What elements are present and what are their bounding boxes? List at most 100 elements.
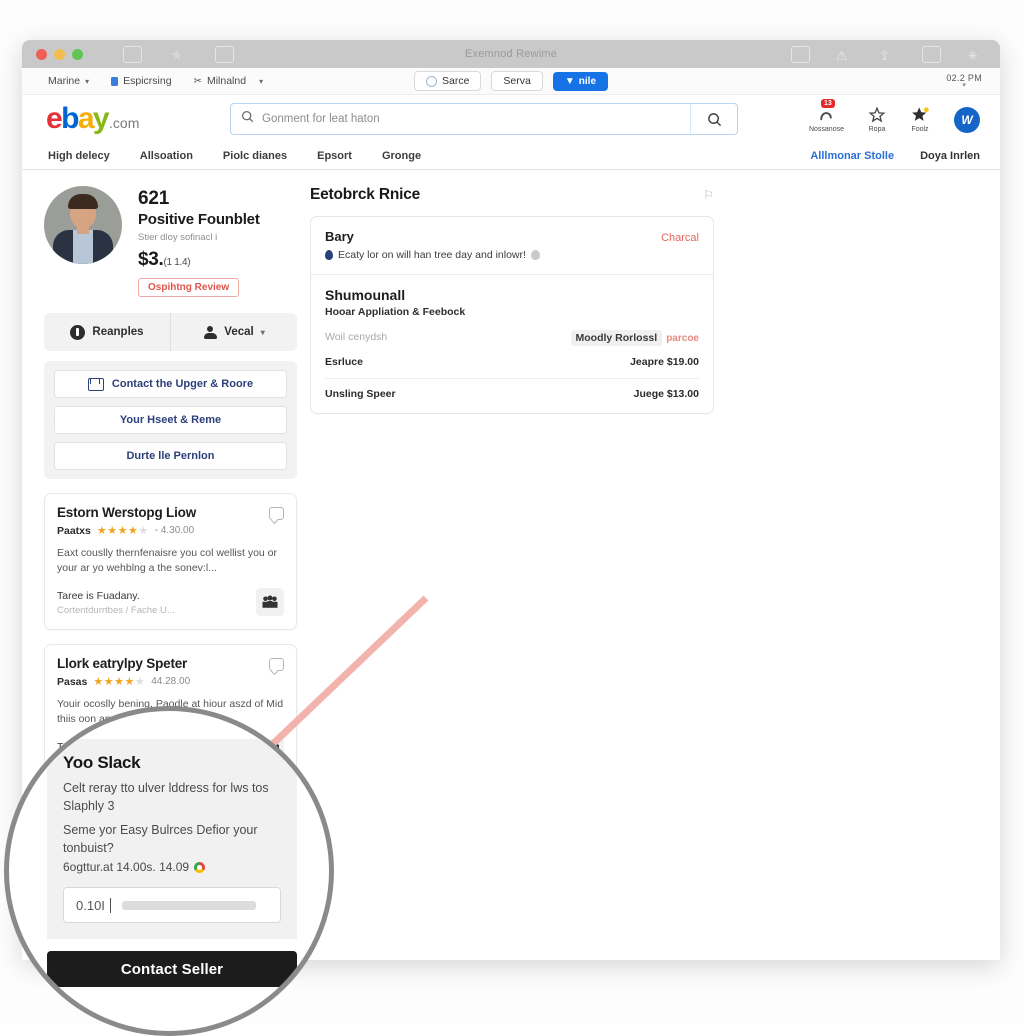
durte-lle-pernlon-button[interactable]: Durte lle Pernlon [54, 442, 287, 470]
review-footer: Taree is Fuadany. Cortentdurrtbes / Fach… [57, 588, 284, 616]
button-label: nile [578, 75, 597, 87]
toolbar-clock: 02.2 PM ▾ [946, 73, 982, 89]
header-icons: 13 Nossanose Ropa Foolz W [808, 99, 980, 133]
star-outline-icon [868, 106, 886, 123]
segment-reanples[interactable]: Reanples [44, 313, 170, 351]
section-subheading: Hooar Appliation & Feebock [325, 306, 466, 318]
ebay-logo[interactable]: ebay.com [46, 104, 139, 134]
row-label: Unsling Speer [325, 388, 396, 400]
magnified-input[interactable]: 0.10I [63, 887, 281, 923]
bookmark-milnalnd[interactable]: ✂ Milnalnd ▾ [194, 75, 264, 87]
review-body: Eaxt couslly thernfenaisre you col welli… [57, 547, 278, 574]
droplet-icon [530, 250, 540, 260]
magnified-line-2: Seme yor Easy Bulrces Defior your tonbui… [63, 823, 258, 855]
review-meta-label: Pasas [57, 675, 88, 688]
notification-badge: 13 [820, 99, 835, 108]
upload-icon[interactable]: ⇪ [879, 47, 896, 62]
segment-vecal[interactable]: Vecal ▾ [170, 313, 297, 351]
monitor-icon[interactable] [922, 45, 941, 63]
detail-panel-column: Eetobrck Rnice ⚐ Bary Charcal Ecaty lor … [310, 186, 714, 414]
nav-links: High delecy Allsoation Piolc dianes Epso… [48, 150, 421, 162]
nav-item-2[interactable]: Piolc dianes [223, 150, 287, 162]
user-avatar[interactable]: W [954, 107, 980, 133]
rating-stars: ★★★★★ [93, 676, 146, 688]
section-heading: Shumounall [325, 287, 406, 303]
row-value: Jeapre $19.00 [630, 356, 699, 368]
magnified-line-3: 6ogttur.at 14.00s. 14.09 [63, 860, 190, 874]
person-icon [203, 325, 217, 339]
logo-letter-e: e [46, 102, 63, 135]
input-value: 0.10I [76, 897, 105, 913]
people-thumb-icon[interactable] [256, 588, 284, 616]
review-amount: 44.28.00 [151, 676, 191, 687]
settings-icon[interactable]: ✳ [967, 47, 984, 62]
search-submit-button[interactable] [690, 104, 737, 134]
logo-letter-b: b [61, 102, 79, 135]
flag-icon[interactable]: ⚐ [703, 188, 714, 202]
nav-right-item-0[interactable]: Alllmonar Stolle [810, 150, 894, 162]
logo-letter-y: y [92, 102, 110, 135]
review-foot-primary: Taree is Fuadany. [57, 590, 140, 602]
detail-row: Esrluce Jeapre $19.00 [325, 356, 699, 368]
magnified-line-1: Celt reray tto ulver lddress for lws tos… [63, 781, 269, 813]
left-column: 621 Positive Founblet Stier dloy sofinac… [44, 186, 297, 781]
ropa-button[interactable]: Ropa [868, 106, 886, 133]
magnified-card: Yoo Slack Celt reray tto ulver lddress f… [47, 739, 297, 939]
search-input[interactable]: Gonment for leat haton [262, 113, 380, 125]
magnified-title: Yoo Slack [63, 753, 141, 772]
bookmark-espicrsing[interactable]: Espicrsing [111, 75, 172, 87]
magnified-button-area: Contact Seller [47, 939, 297, 987]
comment-icon[interactable] [269, 658, 284, 671]
alert-icon[interactable]: ⚠ [836, 47, 853, 62]
nav-item-1[interactable]: Allsoation [140, 150, 193, 162]
magnified-line-3-row: 6ogttur.at 14.00s. 14.09 [63, 859, 281, 876]
chevron-down-icon: ▾ [260, 327, 265, 337]
row-label: Woil cenydsh [325, 331, 388, 343]
icon-label: Nossanose [808, 126, 844, 133]
section-subtext-label: Ecaty lor on will han tree day and inlow… [338, 249, 526, 261]
comment-icon[interactable] [269, 507, 284, 520]
review-amount: - 4.30.00 [154, 525, 195, 536]
bookmark-label: Marine [48, 75, 81, 87]
your-hseet-button[interactable]: Your Hseet & Reme [54, 406, 287, 434]
nav-item-3[interactable]: Epsort [317, 150, 352, 162]
chevron-down-icon: ▾ [962, 82, 966, 89]
row-value: Moodly Rorlossl parcoe [570, 328, 699, 346]
section-right-label[interactable]: Charcal [661, 232, 699, 244]
nav-item-4[interactable]: Gronge [382, 150, 421, 162]
nile-filter-button[interactable]: ▼ nile [552, 71, 609, 91]
review-title: Llork eatrylpy Speter [57, 656, 188, 671]
avatar [44, 186, 122, 264]
category-nav: High delecy Allsoation Piolc dianes Epso… [22, 143, 1000, 170]
review-card[interactable]: Estorn Werstopg Liow Paatxs ★★★★★ - 4.30… [44, 493, 297, 630]
sarce-button[interactable]: Sarce [413, 71, 482, 91]
checkbox-icon[interactable] [791, 45, 810, 63]
button-label: Your Hseet & Reme [119, 414, 222, 426]
search-bar[interactable]: Gonment for leat haton [230, 103, 738, 135]
profile-header: 621 Positive Founblet Stier dloy sofinac… [44, 186, 297, 297]
titlebar-right-icons: ⚠ ⇪ ✳ [791, 45, 984, 63]
foolz-button[interactable]: Foolz [910, 105, 930, 133]
review-meta: Paatxs ★★★★★ - 4.30.00 [57, 524, 284, 538]
filter-icon: ▼ [564, 75, 575, 87]
section-subtext: Ecaty lor on will han tree day and inlow… [325, 249, 699, 261]
contact-upger-button[interactable]: Contact the Upger & Roore [54, 370, 287, 398]
detail-section-bary: Bary Charcal Ecaty lor on will han tree … [311, 217, 713, 274]
detail-section-shumounall: Shumounall Hooar Appliation & Feebock Wo… [311, 274, 713, 413]
chevron-down-icon: ▾ [85, 76, 90, 86]
notifications-button[interactable]: 13 Nossanose [808, 99, 844, 133]
star-filled-icon [912, 107, 929, 121]
icon-label: Foolz [911, 126, 929, 133]
page-title: Eetobrck Rnice [310, 186, 421, 203]
bookmark-marine[interactable]: Marine ▾ [48, 75, 89, 87]
segment-label: Reanples [92, 326, 144, 338]
contact-seller-button[interactable]: Contact Seller [47, 951, 297, 987]
browser-toolbar: Marine ▾ Espicrsing ✂ Milnalnd ▾ Sarce S… [22, 68, 1000, 95]
nav-item-0[interactable]: High delecy [48, 150, 110, 162]
nav-right-item-1[interactable]: Doya Inrlen [920, 150, 980, 162]
logo-com: .com [109, 115, 140, 131]
circle-icon [425, 75, 437, 87]
serva-button[interactable]: Serva [491, 71, 543, 91]
lock-icon [111, 76, 119, 86]
row-label: Esrluce [325, 356, 363, 368]
